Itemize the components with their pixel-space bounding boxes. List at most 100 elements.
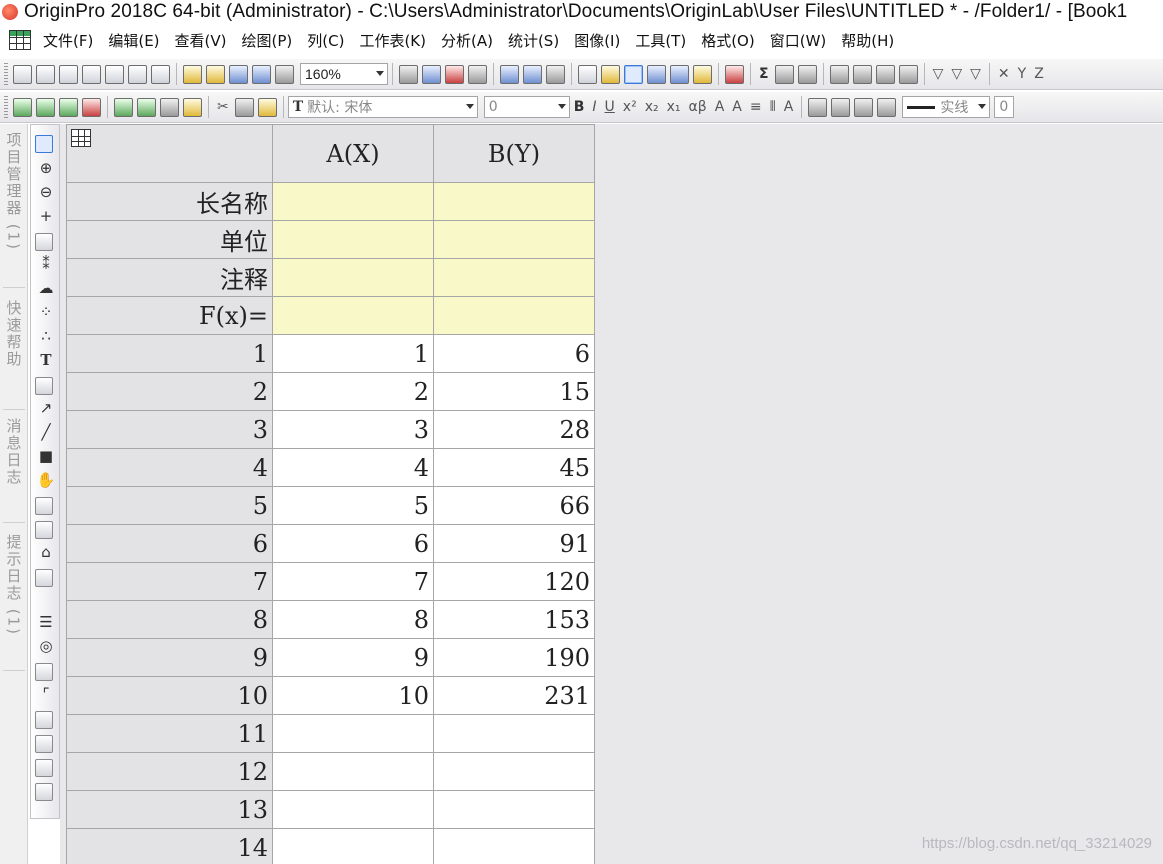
screen-reader-tool-icon[interactable]: [35, 233, 53, 251]
line-style-combo[interactable]: 实线: [902, 96, 991, 118]
menu-statistics[interactable]: 统计(S): [508, 30, 559, 51]
results-log-icon[interactable]: [500, 64, 519, 84]
new-function-icon[interactable]: [105, 64, 124, 84]
row-header[interactable]: 7: [66, 562, 273, 601]
cell-b[interactable]: 153: [433, 600, 595, 639]
cell-b[interactable]: 120: [433, 562, 595, 601]
row-header[interactable]: 6: [66, 524, 273, 563]
new-project-icon[interactable]: [13, 64, 32, 84]
script-window-icon[interactable]: [647, 64, 666, 84]
magnifier-tool-icon[interactable]: [35, 735, 53, 753]
open-template-icon[interactable]: [206, 64, 225, 84]
meta-cell[interactable]: [433, 220, 595, 259]
statistics-icon[interactable]: [774, 64, 794, 84]
draw-data-tool-icon[interactable]: ⁘: [35, 303, 57, 321]
menu-format[interactable]: 格式(O): [701, 30, 755, 51]
cell-b[interactable]: 231: [433, 676, 595, 715]
cell-a[interactable]: [272, 790, 434, 829]
code-window-icon[interactable]: [670, 64, 689, 84]
number-format-icon[interactable]: [829, 64, 849, 84]
meta-cell[interactable]: [433, 296, 595, 335]
subscript-icon[interactable]: x₂: [645, 99, 659, 115]
print-icon[interactable]: [399, 64, 418, 84]
cell-b[interactable]: 45: [433, 448, 595, 487]
tab-hint-log[interactable]: 提示日志 (1): [0, 534, 28, 636]
new-graph-icon[interactable]: [59, 64, 78, 84]
import-multiple-icon[interactable]: [137, 97, 156, 117]
cell-a[interactable]: 9: [272, 638, 434, 677]
cell-a[interactable]: [272, 752, 434, 791]
refresh-icon[interactable]: [422, 64, 441, 84]
column-chart-icon[interactable]: [852, 64, 872, 84]
import-csv-icon[interactable]: [36, 97, 55, 117]
sheet-corner[interactable]: [66, 124, 273, 183]
zoom-combo[interactable]: 160%: [300, 63, 388, 85]
cell-a[interactable]: 7: [272, 562, 434, 601]
fill-color-icon[interactable]: [808, 97, 828, 117]
row-header[interactable]: 5: [66, 486, 273, 525]
cell-b[interactable]: 190: [433, 638, 595, 677]
row-header[interactable]: 9: [66, 638, 273, 677]
row-header[interactable]: 3: [66, 410, 273, 449]
cell-a[interactable]: 1: [272, 334, 434, 373]
meta-cell[interactable]: [272, 220, 434, 259]
bold-icon[interactable]: B: [574, 99, 585, 115]
import-wizard-icon[interactable]: [82, 97, 101, 117]
add-column-icon[interactable]: [725, 64, 744, 84]
row-header[interactable]: 2: [66, 372, 273, 411]
row-header[interactable]: 1: [66, 334, 273, 373]
set-z-icon[interactable]: Z: [1034, 66, 1044, 82]
table-grid-tool-icon[interactable]: [35, 783, 53, 801]
menu-window[interactable]: 窗口(W): [770, 30, 827, 51]
cell-a[interactable]: 4: [272, 448, 434, 487]
export-icon[interactable]: [160, 97, 179, 117]
menu-plot[interactable]: 绘图(P): [242, 30, 293, 51]
import-excel-icon[interactable]: [59, 97, 78, 117]
new-matrix-icon[interactable]: [82, 64, 101, 84]
zoom-out-tool-icon[interactable]: ⊖: [35, 183, 57, 201]
menu-column[interactable]: 列(C): [307, 30, 344, 51]
cell-b[interactable]: [433, 790, 595, 829]
font-size-combo[interactable]: 0: [483, 96, 570, 118]
toolbar-grip[interactable]: [4, 96, 8, 118]
cell-b[interactable]: 28: [433, 410, 595, 449]
cut-icon[interactable]: ✂: [217, 99, 229, 115]
cell-a[interactable]: 6: [272, 524, 434, 563]
cell-a[interactable]: [272, 828, 434, 864]
region-mask-tool-icon[interactable]: ☁: [35, 279, 57, 297]
new-workbook-icon[interactable]: [36, 64, 55, 84]
cell-b[interactable]: 91: [433, 524, 595, 563]
pattern-color-icon[interactable]: [831, 97, 851, 117]
circle-tool-icon[interactable]: ◎: [35, 637, 57, 655]
arrow-tool-icon[interactable]: ↗: [35, 399, 57, 417]
font-name-combo[interactable]: T 默认: 宋体: [287, 96, 478, 118]
menu-tools[interactable]: 工具(T): [635, 30, 686, 51]
underline-icon[interactable]: U: [605, 99, 615, 115]
recalculate-icon[interactable]: [275, 64, 294, 84]
cell-b[interactable]: [433, 828, 595, 864]
reapply-filter-icon[interactable]: ▽: [970, 66, 981, 82]
code-builder-icon[interactable]: [468, 64, 487, 84]
italic-icon[interactable]: I: [592, 99, 596, 115]
line-tool-icon[interactable]: ╱: [35, 423, 57, 441]
new-layout-icon[interactable]: [128, 64, 147, 84]
data-selector-tool-icon[interactable]: ⁑: [35, 255, 57, 273]
shape-tool-icon[interactable]: [35, 569, 53, 587]
clear-filter-icon[interactable]: ▽: [951, 66, 962, 82]
histogram-icon[interactable]: [875, 64, 895, 84]
cell-b[interactable]: [433, 714, 595, 753]
scatter-tool-icon[interactable]: ∴: [35, 327, 57, 345]
ruler-tool-icon[interactable]: [35, 497, 53, 515]
layer-tool-icon[interactable]: [35, 663, 53, 681]
apps-icon[interactable]: [624, 64, 643, 84]
object-tool-icon[interactable]: ⌂: [35, 543, 57, 561]
decrease-font-icon[interactable]: A: [732, 99, 742, 115]
increase-font-icon[interactable]: A: [715, 99, 725, 115]
image-tool-icon[interactable]: [35, 521, 53, 539]
column-header-b[interactable]: B(Y): [433, 124, 595, 183]
row-header[interactable]: 14: [66, 828, 273, 864]
new-notes-icon[interactable]: [151, 64, 170, 84]
menu-file[interactable]: 文件(F): [43, 30, 93, 51]
bar-pattern-icon[interactable]: [898, 64, 918, 84]
data-connector-icon[interactable]: [114, 97, 133, 117]
